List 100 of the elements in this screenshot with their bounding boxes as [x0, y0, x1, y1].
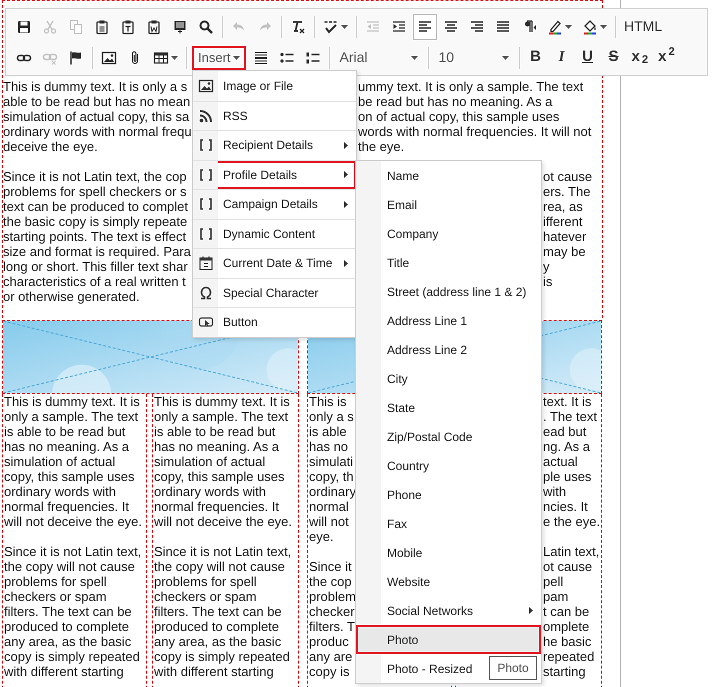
menu-item[interactable]: Mobile	[356, 538, 541, 567]
text-line: ead but	[543, 424, 586, 439]
text-line: problems for spell checkers or s	[3, 184, 187, 199]
align-center-icon	[443, 18, 459, 34]
caret-icon	[232, 56, 240, 60]
text-line: copy, th	[309, 469, 354, 484]
flag-icon	[68, 50, 84, 66]
submenu-arrow-icon	[344, 260, 348, 267]
text-line: characteristics of a real written t	[3, 274, 186, 289]
dropdown-field[interactable]: 10	[432, 44, 515, 70]
menu-item[interactable]: Button	[193, 307, 356, 336]
text-line: actual	[543, 454, 578, 469]
menu-item[interactable]: City	[356, 364, 541, 393]
image-icon	[101, 50, 117, 66]
indent-icon	[391, 18, 407, 34]
text-line: hatever	[543, 229, 586, 244]
text-line: ple uses	[543, 469, 592, 484]
menu-item[interactable]: Zip/Postal Code	[356, 422, 541, 451]
copy-icon	[68, 18, 84, 34]
text-line: is able	[309, 424, 347, 439]
menu-item[interactable]: Country	[356, 451, 541, 480]
text-line: ot cause	[543, 169, 592, 184]
menu-item[interactable]: Address Line 2	[356, 335, 541, 364]
text-line: y	[543, 259, 550, 274]
text-line: the basic copy is simply repeate	[3, 214, 188, 229]
text-line: ordinary words with normal frequ	[3, 124, 192, 139]
justify-icon	[495, 18, 511, 34]
text-line: starting points. The text is effect	[3, 229, 186, 244]
caret-icon	[565, 24, 572, 28]
menu-item[interactable]: Website	[356, 567, 541, 596]
text-line: text. It is	[543, 394, 592, 409]
strikethrough-button[interactable]: S	[602, 44, 626, 70]
menu-item[interactable]: Dynamic Content	[193, 218, 356, 248]
document-icon	[172, 18, 188, 34]
menu-item[interactable]: Address Line 1	[356, 306, 541, 335]
bold-button[interactable]: B	[524, 44, 548, 70]
text-line: produc	[309, 634, 349, 649]
text-line: may be	[543, 244, 586, 259]
menu-item[interactable]: Social Networks	[356, 596, 541, 625]
text-line: Latin text,	[543, 544, 600, 559]
underline-button[interactable]: U	[576, 44, 600, 70]
dropdown-field[interactable]: Arial	[334, 44, 424, 70]
menu-item[interactable]: Profile Details	[193, 160, 356, 189]
menu-item[interactable]: Current Date & Time	[193, 248, 356, 278]
text-line: the cop	[309, 574, 352, 589]
menu-item[interactable]: Campaign Details	[193, 189, 356, 218]
paragraph: Since it is not Latin text, the copy will not cause problems for spell checkers or spam filters. The text can be produced to complete any area, as the basic copy is simply repeated with different starting	[154, 544, 292, 679]
menu-item[interactable]: Street (address line 1 & 2)	[356, 277, 541, 306]
text-line: is	[543, 274, 552, 289]
pen-color-icon	[547, 18, 563, 34]
text-line: ot cause	[543, 559, 592, 574]
caret-icon	[341, 24, 348, 28]
text-line: or otherwise generated.	[3, 289, 140, 304]
align-left-icon	[417, 18, 433, 34]
text-line: words with normal frequencies. It will not	[358, 124, 592, 139]
text-line: This is	[309, 394, 347, 409]
subscript-button[interactable]: x$_{2}$	[628, 44, 652, 70]
text-line: be read but has no meaning. As a	[358, 94, 552, 109]
text-line: he basic	[543, 634, 592, 649]
submenu-arrow-icon	[344, 200, 348, 208]
menu-item[interactable]: Company	[356, 219, 541, 248]
text-line: long or short. This filler text shar	[3, 259, 188, 274]
text-line: rea, as	[543, 199, 583, 214]
paragraph: This is dummy text. It is only a sample. The text is able to be read but has no meaning. As a simulation of actual copy, this sample uses ordinary words with normal frequencies. It will not deceive the eye.	[4, 394, 144, 529]
text-line: omplete	[543, 619, 590, 634]
italic-button[interactable]: I	[550, 44, 574, 70]
menu-item[interactable]: Title	[356, 248, 541, 277]
text-line: the eye.	[358, 139, 404, 154]
text-line: pam	[543, 589, 568, 604]
text-line: filters. T	[309, 619, 355, 634]
menu-item[interactable]: Special Character	[193, 278, 356, 307]
menu-item[interactable]: Photo	[356, 625, 541, 654]
text-line: e the eye.	[543, 514, 600, 529]
image-icon	[198, 78, 214, 94]
menu-item[interactable]: RSS	[193, 100, 356, 130]
text-line: simulation of actual copy, this sa	[3, 109, 190, 124]
text-line: simulati	[309, 454, 354, 469]
menu-item[interactable]: Fax	[356, 509, 541, 538]
menu-item[interactable]: Email	[356, 190, 541, 219]
menu-item[interactable]: State	[356, 393, 541, 422]
text-line: only a s	[309, 409, 354, 424]
superscript-button[interactable]: x$^{2}$	[654, 44, 679, 70]
align-right-icon	[469, 18, 485, 34]
source-button[interactable]: HTML	[620, 14, 666, 40]
insert-menu-button[interactable]: Insert	[191, 44, 247, 70]
outdent-icon	[365, 18, 381, 34]
menu-item[interactable]: Phone	[356, 480, 541, 509]
menu-item[interactable]: Name	[356, 161, 541, 190]
menu-item[interactable]: Image or File	[193, 71, 356, 100]
align-left-button[interactable]	[413, 14, 437, 40]
menu-item[interactable]: Recipient Details	[193, 130, 356, 160]
text-line: able to be read but has no mean	[3, 94, 190, 109]
text-line: repeated	[543, 649, 594, 664]
brackets-icon	[198, 226, 214, 242]
tooltip: Photo	[489, 656, 537, 680]
horizontal-lines-icon	[252, 50, 269, 66]
caret-icon	[171, 56, 178, 60]
text-line: t can be	[543, 604, 590, 619]
numbered-list-icon	[304, 50, 321, 66]
text-line: ng. As a	[543, 439, 590, 454]
